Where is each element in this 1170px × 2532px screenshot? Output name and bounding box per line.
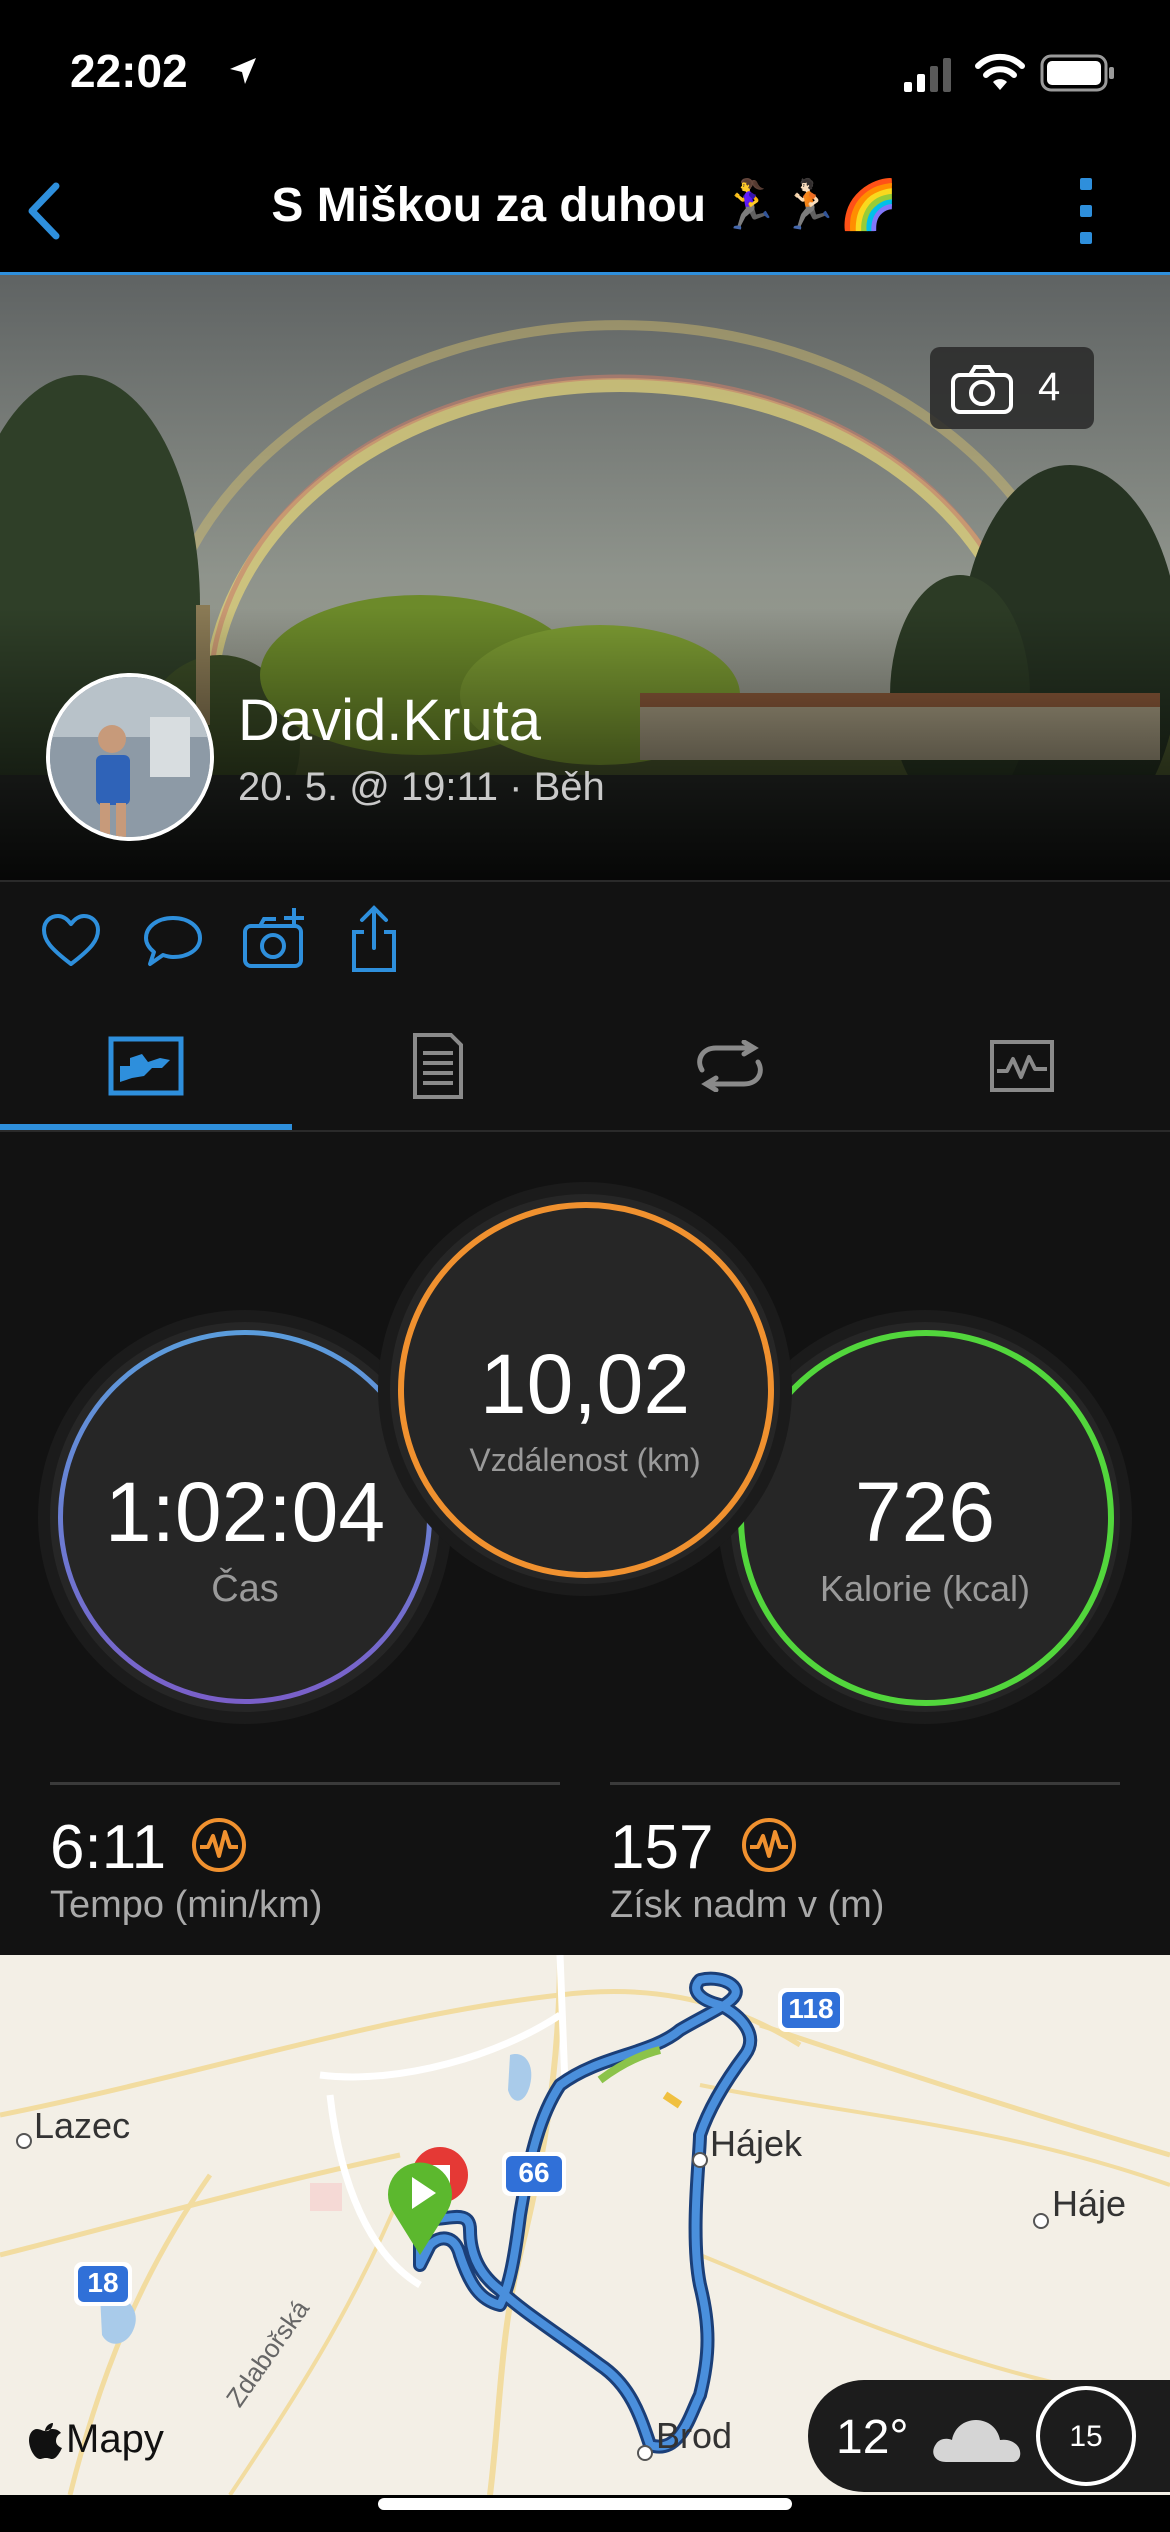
- back-chevron-icon[interactable]: [20, 178, 70, 244]
- more-options-icon[interactable]: [1070, 174, 1102, 248]
- pace-value: 6:11: [50, 1813, 167, 1882]
- route-map[interactable]: 118 66 18 Lazec Hájek Háje Brod Zdabořsk…: [0, 1955, 1170, 2495]
- user-name[interactable]: David.Kruta: [238, 687, 541, 754]
- place-label-hajek: Hájek: [710, 2123, 803, 2164]
- activity-pulse-icon: [742, 1818, 796, 1872]
- activity-pulse-icon: [192, 1818, 246, 1872]
- heart-rate-chart-icon: [990, 1040, 1054, 1092]
- apple-logo-icon: [29, 2423, 62, 2459]
- calories-label: Kalorie (kcal): [819, 1568, 1031, 1609]
- road-number-66: 66: [518, 2157, 550, 2188]
- time-value: 1:02:04: [104, 1465, 386, 1559]
- wifi-icon: [975, 53, 1025, 90]
- tab-laps[interactable]: [584, 1002, 876, 1130]
- battery-icon: [1040, 54, 1114, 92]
- stats-chart-icon: [108, 1036, 184, 1096]
- time-stat: 1:02:04 Čas: [50, 1322, 440, 1712]
- activity-meta: 20. 5. @ 19:11 · Běh: [238, 765, 605, 809]
- divider: [610, 1782, 1120, 1785]
- road-number-18: 18: [87, 2267, 119, 2298]
- place-label-lazec: Lazec: [34, 2105, 131, 2146]
- calories-stat: 726 Kalorie (kcal): [730, 1322, 1120, 1712]
- tab-charts[interactable]: [876, 1002, 1168, 1130]
- home-indicator[interactable]: [378, 2498, 792, 2510]
- weather-temperature: 12°: [836, 2411, 909, 2464]
- elevation-label: Získ nadm v (m): [610, 1884, 885, 1926]
- laps-repeat-icon: [697, 1040, 763, 1092]
- comment-bubble-icon[interactable]: [142, 912, 204, 970]
- divider: [50, 1782, 560, 1785]
- pace-label: Tempo (min/km): [50, 1884, 323, 1926]
- status-time: 22:02: [70, 45, 188, 97]
- avatar[interactable]: [46, 673, 214, 841]
- like-heart-icon[interactable]: [40, 912, 102, 970]
- time-label: Čas: [211, 1568, 279, 1610]
- activity-photo[interactable]: 4 David.Kruta 20. 5. @ 19:11 · Běh: [0, 275, 1170, 880]
- status-bar: 22:02: [0, 0, 1170, 150]
- add-photo-icon[interactable]: [242, 906, 308, 972]
- location-arrow-icon: [230, 58, 256, 84]
- road-number-118: 118: [788, 1993, 834, 2024]
- distance-stat: 10,02 Vzdálenost (km): [390, 1194, 780, 1584]
- distance-value: 10,02: [479, 1337, 691, 1431]
- document-list-icon: [413, 1033, 463, 1099]
- photo-count-badge[interactable]: 4: [930, 347, 1094, 429]
- share-icon[interactable]: [350, 904, 398, 974]
- place-label-brod: Brod: [656, 2415, 733, 2456]
- activity-title: S Miškou za duhou 🏃‍♀️🏃🏻🌈: [271, 179, 899, 232]
- elevation-value: 157: [610, 1813, 714, 1882]
- avatar-image: [50, 677, 210, 837]
- cloud-icon: [933, 2420, 1021, 2462]
- tab-overview[interactable]: [0, 1002, 292, 1130]
- air-quality-ring: 15: [1036, 2386, 1136, 2486]
- cellular-signal-icon: [904, 58, 951, 92]
- nav-bar: S Miškou za duhou 🏃‍♀️🏃🏻🌈: [0, 150, 1170, 275]
- active-tab-indicator: [0, 1124, 292, 1130]
- action-bar: [0, 880, 1170, 1004]
- weather-pill: 12° 15: [808, 2380, 1170, 2492]
- distance-label: Vzdálenost (km): [469, 1442, 701, 1478]
- camera-icon: [951, 365, 1013, 414]
- air-quality-index: 15: [1069, 2420, 1103, 2453]
- tab-bar: [0, 1002, 1170, 1132]
- map-attribution: Mapy: [66, 2417, 164, 2461]
- tab-details[interactable]: [292, 1002, 584, 1130]
- calories-value: 726: [854, 1465, 996, 1559]
- photo-count: 4: [1038, 365, 1061, 409]
- place-label-haje: Háje: [1052, 2183, 1127, 2224]
